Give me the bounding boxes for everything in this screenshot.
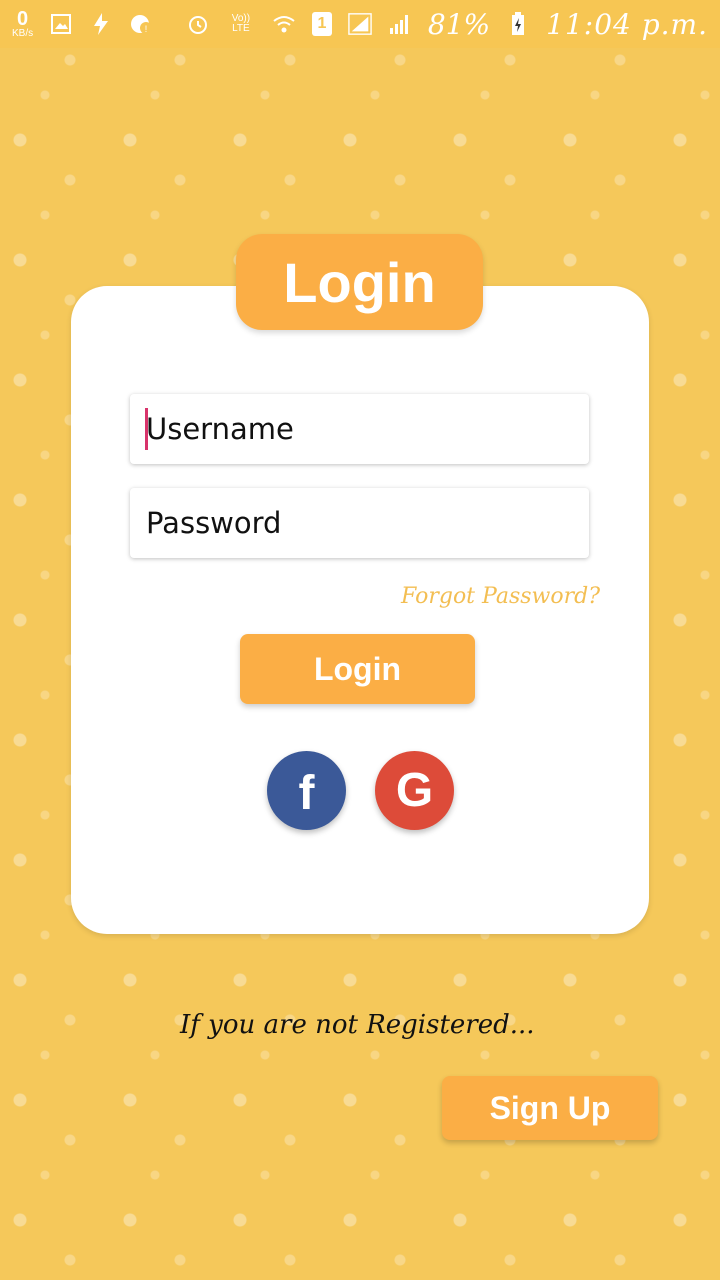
login-card: [71, 286, 649, 934]
register-prompt: If you are not Registered...: [180, 1010, 535, 1040]
signup-button[interactable]: Sign Up: [442, 1076, 658, 1140]
signal-bars-icon: [388, 12, 412, 36]
username-field[interactable]: [130, 394, 589, 464]
password-input[interactable]: [146, 506, 589, 540]
forgot-password-link[interactable]: Forgot Password?: [400, 584, 600, 609]
battery-icon: [506, 12, 530, 36]
volte-icon: Vo)) LTE: [231, 13, 251, 34]
sim-icon: 1: [311, 12, 332, 36]
alarm-icon: [186, 12, 210, 36]
status-bar-left: 0 KB/s !: [12, 9, 153, 39]
login-button[interactable]: Login: [240, 634, 475, 704]
login-title: Login: [283, 250, 436, 314]
login-button-label: Login: [313, 650, 402, 687]
login-title-tab: Login: [236, 234, 483, 330]
signup-button-label: Sign Up: [489, 1089, 611, 1126]
google-login-button[interactable]: G: [375, 751, 454, 830]
wifi-icon: [272, 12, 296, 36]
net-speed-indicator: 0 KB/s: [12, 9, 33, 39]
notification-icon: !: [129, 12, 153, 36]
status-bar: 0 KB/s ! Vo)) LTE 1 81% 11:04 p.m.: [0, 0, 720, 48]
facebook-login-button[interactable]: f: [267, 751, 346, 830]
svg-text:!: !: [145, 24, 148, 34]
status-bar-right: Vo)) LTE 1 81% 11:04 p.m.: [186, 8, 708, 41]
password-field[interactable]: [130, 488, 589, 558]
image-icon: [49, 12, 73, 36]
clock: 11:04 p.m.: [546, 7, 708, 41]
net-speed-unit: KB/s: [12, 28, 34, 39]
net-speed-value: 0: [17, 8, 29, 30]
charge-icon: [89, 12, 113, 36]
username-input[interactable]: [146, 412, 589, 446]
facebook-icon: f: [298, 766, 315, 820]
signal-icon: [348, 12, 372, 36]
battery-percent: 81%: [427, 7, 491, 41]
text-cursor: [145, 408, 148, 450]
google-icon: G: [395, 763, 434, 817]
